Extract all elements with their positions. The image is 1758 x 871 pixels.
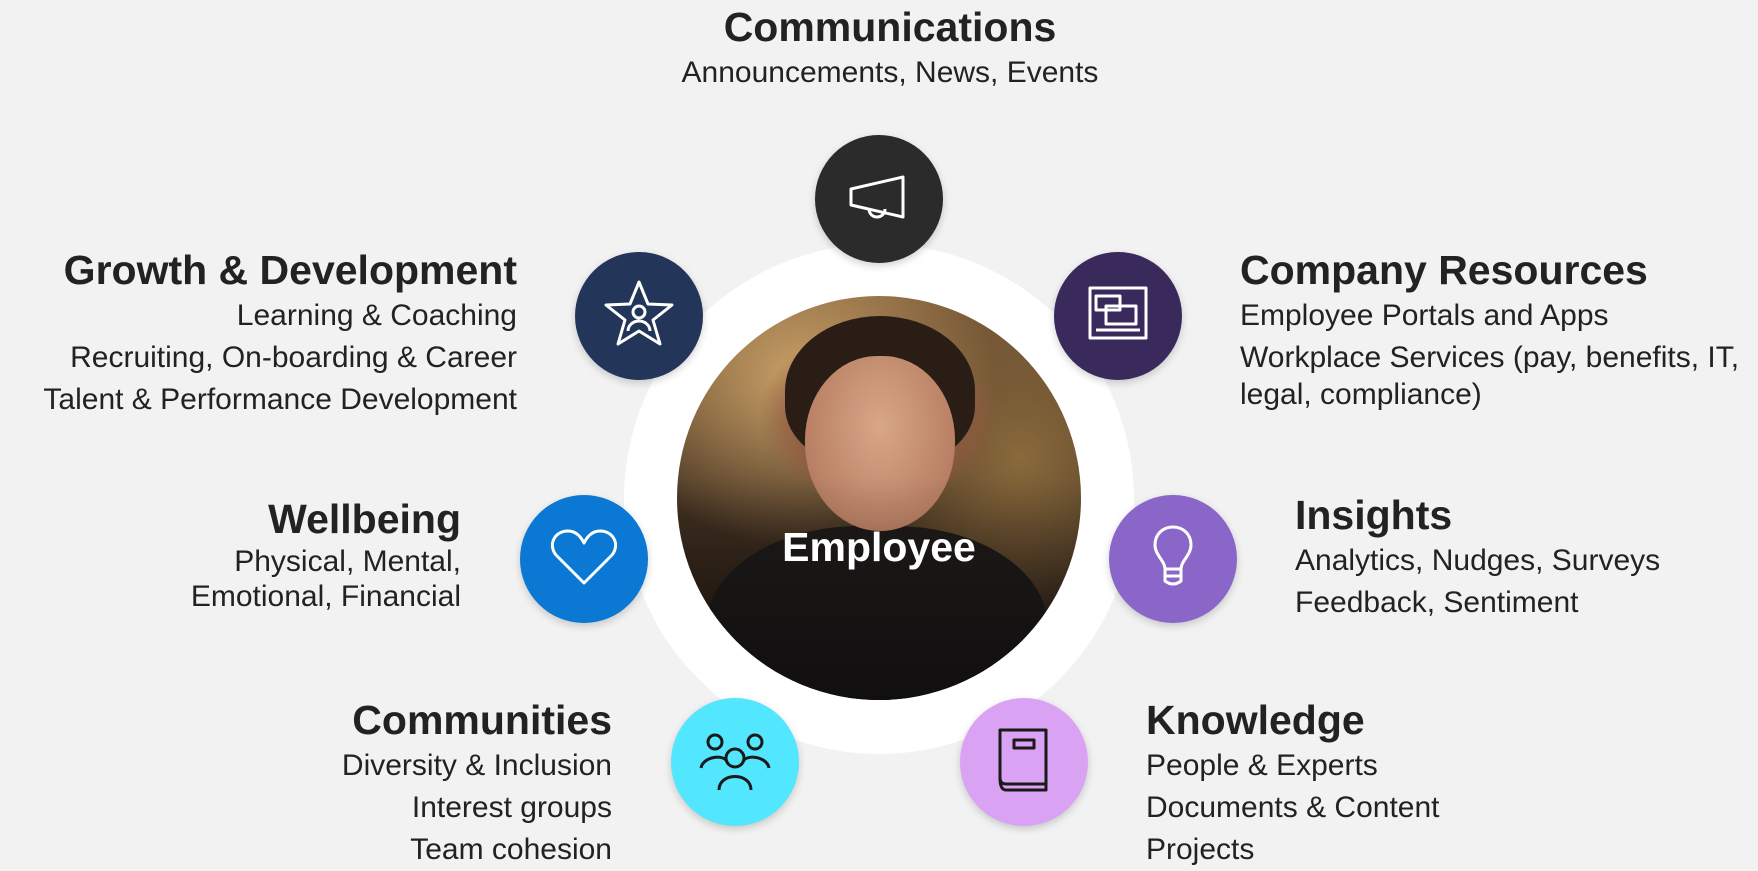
insights-node bbox=[1109, 495, 1237, 623]
star-person-icon bbox=[601, 276, 677, 357]
communications-title: Communications bbox=[723, 4, 1057, 50]
communities-line-2: Interest groups bbox=[411, 791, 612, 824]
company-resources-line-2: Workplace Services (pay, benefits, IT, bbox=[1240, 341, 1740, 374]
insights-block: Insights Analytics, Nudges, Surveys Feed… bbox=[1295, 490, 1660, 624]
wellbeing-line-1: Physical, Mental, bbox=[234, 545, 461, 578]
book-icon bbox=[986, 722, 1062, 803]
insights-line-2: Feedback, Sentiment bbox=[1295, 586, 1579, 619]
growth-block: Growth & Development Learning & Coaching… bbox=[43, 245, 517, 421]
growth-line-3: Talent & Performance Development bbox=[43, 383, 517, 416]
knowledge-line-2: Documents & Content bbox=[1146, 791, 1440, 824]
knowledge-line-3: Projects bbox=[1146, 833, 1255, 866]
company-resources-line-3: legal, compliance) bbox=[1240, 378, 1482, 411]
lightbulb-icon bbox=[1135, 519, 1211, 600]
wellbeing-line-2: Emotional, Financial bbox=[190, 580, 461, 613]
communications-block: Communications Announcements, News, Even… bbox=[560, 2, 1220, 94]
company-resources-node bbox=[1054, 252, 1182, 380]
communications-line-1: Announcements, News, Events bbox=[681, 56, 1099, 89]
insights-line-1: Analytics, Nudges, Surveys bbox=[1295, 544, 1661, 577]
growth-line-2: Recruiting, On-boarding & Career bbox=[70, 341, 517, 374]
heart-icon bbox=[546, 519, 622, 600]
growth-node bbox=[575, 252, 703, 380]
people-group-icon bbox=[697, 722, 773, 803]
wellbeing-node bbox=[520, 495, 648, 623]
company-resources-title: Company Resources bbox=[1240, 247, 1648, 293]
growth-title: Growth & Development bbox=[63, 247, 517, 293]
communities-title: Communities bbox=[352, 697, 612, 743]
employee-label: Employee bbox=[782, 524, 976, 570]
wellbeing-title: Wellbeing bbox=[268, 496, 461, 542]
knowledge-node bbox=[960, 698, 1088, 826]
growth-line-1: Learning & Coaching bbox=[236, 299, 517, 332]
communications-node bbox=[815, 135, 943, 263]
communities-block: Communities Diversity & Inclusion Intere… bbox=[342, 695, 612, 871]
insights-title: Insights bbox=[1295, 492, 1453, 538]
knowledge-block: Knowledge People & Experts Documents & C… bbox=[1146, 695, 1439, 871]
knowledge-line-1: People & Experts bbox=[1146, 749, 1378, 782]
communities-line-1: Diversity & Inclusion bbox=[341, 749, 612, 782]
company-resources-block: Company Resources Employee Portals and A… bbox=[1240, 245, 1739, 411]
windows-icon bbox=[1080, 276, 1156, 357]
communities-node bbox=[671, 698, 799, 826]
wellbeing-block: Wellbeing Physical, Mental, Emotional, F… bbox=[191, 494, 461, 614]
knowledge-title: Knowledge bbox=[1146, 697, 1365, 743]
communities-line-3: Team cohesion bbox=[410, 833, 612, 866]
employee-photo: Employee bbox=[677, 296, 1081, 700]
photo-shade bbox=[677, 296, 1081, 700]
megaphone-icon bbox=[841, 159, 917, 240]
company-resources-line-1: Employee Portals and Apps bbox=[1240, 299, 1609, 332]
